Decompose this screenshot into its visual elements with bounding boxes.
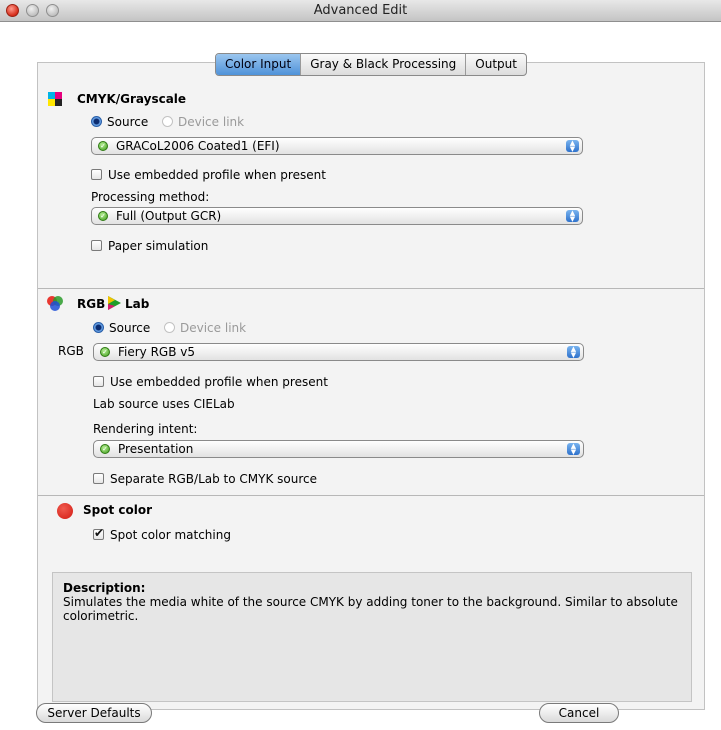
rgb-device-link-label: Device link xyxy=(180,321,247,335)
separate-rgb-lab-label: Separate RGB/Lab to CMYK source xyxy=(110,472,317,486)
lab-icon xyxy=(108,296,121,310)
lab-heading: Lab xyxy=(125,297,150,311)
separate-rgb-lab-checkbox[interactable]: Separate RGB/Lab to CMYK source xyxy=(93,472,317,486)
tab-bar: Color Input Gray & Black Processing Outp… xyxy=(215,53,527,76)
rendering-intent-label: Rendering intent: xyxy=(93,422,198,436)
rgb-profile-value: Fiery RGB v5 xyxy=(118,345,196,359)
cmyk-device-link-label: Device link xyxy=(178,115,245,129)
profile-ok-icon: ✓ xyxy=(100,444,110,454)
popup-arrows-icon: ▲ ▼ xyxy=(566,140,579,153)
checkbox-icon xyxy=(93,473,104,484)
window-title: Advanced Edit xyxy=(313,3,408,18)
rgb-source-label: Source xyxy=(109,321,151,335)
rgb-embedded-checkbox[interactable]: Use embedded profile when present xyxy=(93,375,328,389)
processing-method-value: Full (Output GCR) xyxy=(116,209,222,223)
rgb-profile-popup[interactable]: ✓ Fiery RGB v5 ▲ ▼ xyxy=(93,343,584,361)
profile-ok-icon: ✓ xyxy=(100,347,110,357)
cmyk-icon xyxy=(48,92,62,106)
processing-method-popup[interactable]: ✓ Full (Output GCR) ▲ ▼ xyxy=(91,207,583,225)
cmyk-source-label: Source xyxy=(107,115,149,129)
profile-ok-icon: ✓ xyxy=(98,211,108,221)
tab-gray-black-processing[interactable]: Gray & Black Processing xyxy=(301,54,467,75)
cancel-button[interactable]: Cancel xyxy=(539,703,619,723)
checkbox-icon xyxy=(91,169,102,180)
radio-unselected-icon xyxy=(164,322,175,333)
cmyk-heading: CMYK/Grayscale xyxy=(77,92,187,106)
spot-color-heading: Spot color xyxy=(83,503,153,517)
popup-arrows-icon: ▲ ▼ xyxy=(566,210,579,223)
tab-output[interactable]: Output xyxy=(466,54,526,75)
profile-ok-icon: ✓ xyxy=(98,141,108,151)
radio-selected-icon xyxy=(91,116,102,127)
popup-arrows-icon: ▲ ▼ xyxy=(567,346,580,359)
spot-color-matching-checkbox[interactable]: Spot color matching xyxy=(93,526,231,542)
cmyk-embedded-checkbox[interactable]: Use embedded profile when present xyxy=(91,168,326,182)
checkbox-icon xyxy=(93,376,104,387)
description-box: Description: Simulates the media white o… xyxy=(52,572,692,702)
rgb-source-radio[interactable]: Source xyxy=(93,321,150,335)
cmyk-profile-value: GRACoL2006 Coated1 (EFI) xyxy=(116,139,280,153)
rendering-intent-value: Presentation xyxy=(118,442,194,456)
checkbox-checked-icon xyxy=(93,526,104,540)
spot-color-icon xyxy=(57,503,73,519)
paper-simulation-label: Paper simulation xyxy=(108,239,209,253)
section-divider xyxy=(38,495,704,496)
cmyk-device-link-radio[interactable]: Device link xyxy=(162,115,244,129)
rgb-device-link-radio[interactable]: Device link xyxy=(164,321,246,335)
cmyk-profile-popup[interactable]: ✓ GRACoL2006 Coated1 (EFI) ▲ ▼ xyxy=(91,137,583,155)
description-heading: Description: xyxy=(63,581,146,595)
rgb-icon xyxy=(47,296,63,311)
rgb-row-label: RGB xyxy=(58,344,84,358)
titlebar: Advanced Edit xyxy=(0,0,721,22)
checkbox-icon xyxy=(91,240,102,251)
paper-simulation-checkbox[interactable]: Paper simulation xyxy=(91,239,208,253)
popup-arrows-icon: ▲ ▼ xyxy=(567,443,580,456)
radio-selected-icon xyxy=(93,322,104,333)
rendering-intent-popup[interactable]: ✓ Presentation ▲ ▼ xyxy=(93,440,584,458)
cmyk-processing-label: Processing method: xyxy=(91,190,210,204)
cmyk-embedded-label: Use embedded profile when present xyxy=(108,168,326,182)
lab-source-note: Lab source uses CIELab xyxy=(93,397,235,411)
spot-color-matching-label: Spot color matching xyxy=(110,528,231,542)
description-text: Simulates the media white of the source … xyxy=(63,595,678,623)
window-body: Color Input Gray & Black Processing Outp… xyxy=(0,22,721,730)
rgb-heading: RGB xyxy=(77,297,106,311)
section-divider xyxy=(38,288,704,289)
cmyk-source-radio[interactable]: Source xyxy=(91,115,148,129)
rgb-embedded-label: Use embedded profile when present xyxy=(110,375,328,389)
server-defaults-button[interactable]: Server Defaults xyxy=(36,703,152,723)
radio-unselected-icon xyxy=(162,116,173,127)
tab-color-input[interactable]: Color Input xyxy=(216,54,302,75)
